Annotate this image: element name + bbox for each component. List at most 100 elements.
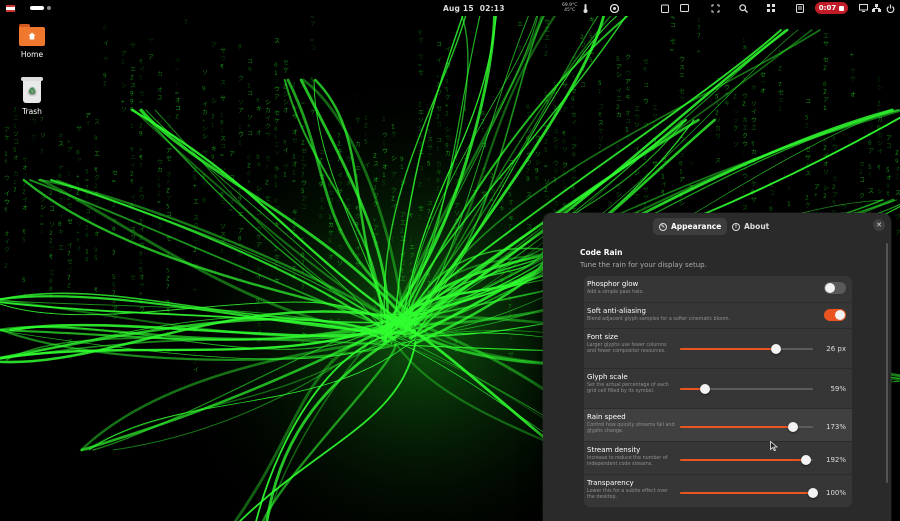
svg-text:ス: ス	[274, 38, 280, 45]
svg-text:Z: Z	[544, 51, 548, 58]
svg-text:7: 7	[337, 132, 341, 139]
soft-anti-aliasing-switch[interactable]	[824, 309, 846, 321]
slider-value: 192%	[825, 456, 846, 464]
font-size-slider[interactable]	[680, 343, 813, 355]
svg-text:9: 9	[130, 98, 134, 105]
power-icon[interactable]	[883, 0, 897, 16]
svg-text:1: 1	[238, 140, 242, 147]
svg-text:+: +	[346, 197, 350, 204]
stream-density-slider[interactable]	[680, 454, 813, 466]
svg-text:セ: セ	[760, 72, 766, 79]
stop-recording-icon[interactable]	[839, 5, 845, 11]
tab-appearance[interactable]: ✎ Appearance	[653, 218, 728, 235]
svg-text:ウ: ウ	[715, 132, 721, 140]
svg-text:5: 5	[382, 180, 386, 187]
svg-text:=: =	[175, 65, 179, 72]
svg-text:コ: コ	[805, 98, 811, 105]
svg-text:=: =	[175, 89, 179, 96]
svg-text:ス: ス	[220, 135, 226, 142]
svg-text:オ: オ	[76, 245, 82, 252]
svg-text:₹: ₹	[76, 237, 80, 244]
chrome-icon[interactable]	[607, 0, 621, 16]
temperature-indicator[interactable]: 69.9°C 45°C	[562, 0, 577, 16]
workspace-indicator[interactable]	[30, 0, 51, 16]
close-icon: ✕	[876, 221, 882, 229]
rain-speed-slider[interactable]	[680, 421, 813, 433]
close-button[interactable]: ✕	[873, 219, 885, 231]
transparency-slider[interactable]	[680, 487, 818, 499]
svg-text:ウ: ウ	[634, 113, 640, 121]
svg-text:ソ: ソ	[238, 100, 244, 107]
network-icon[interactable]	[869, 0, 883, 16]
glyph-scale-slider[interactable]	[680, 383, 813, 395]
desktop-icon-home[interactable]: Home	[12, 24, 52, 59]
svg-text:+: +	[445, 103, 449, 110]
svg-text:1: 1	[238, 124, 242, 131]
svg-text:₹: ₹	[94, 287, 98, 294]
svg-text:ソ: ソ	[337, 260, 343, 267]
clock[interactable]: Aug 15 02:13	[443, 0, 505, 16]
svg-text:ス: ス	[715, 157, 721, 164]
screenshot-icon[interactable]	[708, 0, 722, 16]
svg-text:オ: オ	[157, 87, 163, 94]
notes-icon[interactable]	[793, 0, 807, 16]
svg-text:セ: セ	[67, 203, 73, 210]
svg-text:カ: カ	[742, 117, 748, 124]
svg-text:7: 7	[301, 172, 305, 179]
desktop-icon-trash[interactable]: ♻ Trash	[12, 77, 52, 116]
screen-recording-indicator[interactable]: 0:07	[815, 2, 848, 14]
svg-text:=: =	[112, 178, 116, 185]
tab-about[interactable]: i About	[726, 218, 775, 235]
apps-grid-icon[interactable]	[764, 0, 778, 16]
svg-text:イ: イ	[355, 245, 361, 252]
svg-text::: :	[265, 164, 269, 171]
svg-text:7: 7	[40, 117, 44, 124]
svg-text::: :	[571, 192, 575, 199]
svg-text:7: 7	[598, 144, 602, 151]
slider-handle[interactable]	[801, 455, 812, 465]
svg-text:セ: セ	[859, 161, 865, 168]
phosphor-glow-switch[interactable]	[824, 282, 846, 294]
svg-text:ケ: ケ	[58, 165, 64, 172]
slider-handle[interactable]	[808, 488, 818, 498]
svg-text:=: =	[40, 213, 44, 220]
svg-text:セ: セ	[139, 90, 145, 97]
window-icon[interactable]	[677, 0, 691, 16]
svg-text:ソ: ソ	[868, 124, 874, 131]
row-description: Add a simple pass halo.	[587, 290, 644, 295]
code-rain-settings-window: ✎ Appearance i About ✕ Code Rain Tune th…	[543, 213, 891, 521]
svg-text:0: 0	[274, 198, 278, 205]
svg-text:セ: セ	[130, 274, 136, 281]
svg-text:カ: カ	[715, 125, 721, 132]
svg-text:=: =	[229, 207, 233, 214]
svg-text::: :	[481, 126, 485, 133]
svg-text::: :	[598, 88, 602, 95]
svg-text:₹: ₹	[598, 112, 602, 119]
slider-handle[interactable]	[700, 384, 711, 394]
svg-text:セ: セ	[166, 156, 172, 163]
svg-text:コ: コ	[247, 91, 253, 98]
slider-handle[interactable]	[788, 422, 799, 432]
svg-text:シ: シ	[616, 72, 622, 79]
svg-text:5: 5	[22, 237, 26, 244]
svg-text:シ: シ	[202, 126, 208, 133]
svg-text::: :	[220, 111, 224, 118]
svg-text:ソ: ソ	[823, 169, 829, 176]
svg-text:9: 9	[445, 143, 449, 150]
svg-text:セ: セ	[193, 239, 199, 246]
display-icon[interactable]	[856, 0, 870, 16]
svg-text:+: +	[373, 217, 377, 224]
svg-text:シ: シ	[121, 83, 127, 90]
svg-text:=: =	[301, 100, 305, 107]
svg-text:Z: Z	[49, 238, 53, 245]
svg-text::: :	[211, 122, 215, 129]
svg-text:0: 0	[112, 226, 116, 233]
slider-handle[interactable]	[770, 344, 781, 354]
scrollbar[interactable]	[886, 243, 888, 483]
clipboard-icon[interactable]	[658, 0, 672, 16]
zoom-icon[interactable]	[736, 0, 750, 16]
svg-text:セ: セ	[265, 156, 271, 163]
svg-text:キ: キ	[625, 94, 631, 101]
svg-text:9: 9	[400, 156, 404, 163]
svg-text::: :	[130, 122, 134, 129]
